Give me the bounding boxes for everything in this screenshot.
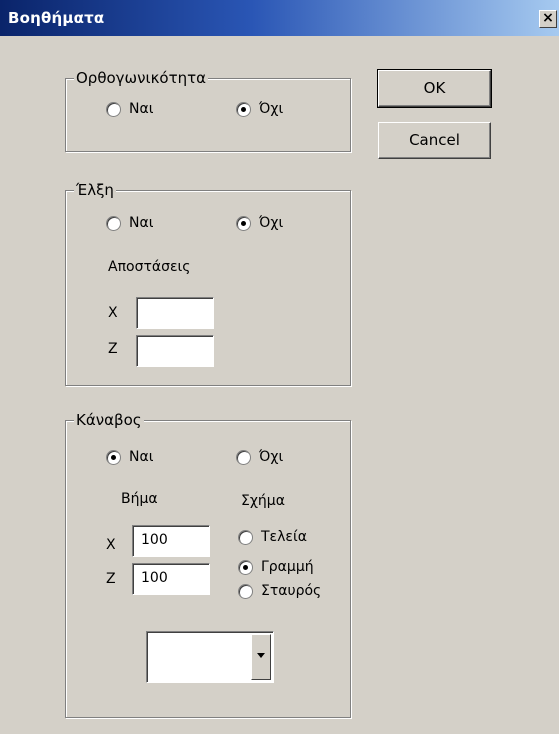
close-icon: × xyxy=(542,10,554,26)
helpers-dialog: Βοηθήματα × OK Cancel Ορθογωνικότητα Ναι… xyxy=(0,0,559,734)
attraction-z-label: Z xyxy=(108,341,118,357)
orthogonality-no-radio[interactable]: Όχι xyxy=(236,99,283,119)
radio-checked-icon xyxy=(236,215,251,231)
title-bar[interactable]: Βοηθήματα × xyxy=(0,0,559,36)
attraction-z-input[interactable] xyxy=(136,335,214,367)
radio-label: Ναι xyxy=(129,449,154,465)
ok-button[interactable]: OK xyxy=(377,69,492,108)
window-title: Βοηθήματα xyxy=(8,9,105,27)
radio-checked-icon xyxy=(106,449,121,465)
grid-legend: Κάναβος xyxy=(74,411,144,429)
shape-label: Σχήμα xyxy=(241,493,285,509)
shape-dot-radio[interactable]: Τελεία xyxy=(238,527,307,547)
radio-label: Όχι xyxy=(259,449,284,465)
grid-x-input[interactable]: 100 xyxy=(132,525,210,557)
radio-unchecked-icon xyxy=(236,449,251,465)
radio-label: Γραμμή xyxy=(261,559,314,575)
radio-unchecked-icon xyxy=(106,101,121,117)
radio-label: Όχι xyxy=(259,101,284,117)
attraction-group: Έλξη Ναι Όχι Αποστάσεις X Z xyxy=(65,181,351,386)
grid-z-label: Z xyxy=(106,571,116,587)
shape-cross-radio[interactable]: Σταυρός xyxy=(238,581,321,601)
radio-unchecked-icon xyxy=(106,215,121,231)
radio-checked-icon xyxy=(236,101,251,117)
distances-label: Αποστάσεις xyxy=(108,259,191,275)
shape-line-radio[interactable]: Γραμμή xyxy=(238,557,314,577)
radio-unchecked-icon xyxy=(238,583,253,599)
chevron-down-icon[interactable] xyxy=(251,634,271,680)
attraction-legend: Έλξη xyxy=(74,181,116,199)
orthogonality-legend: Ορθογωνικότητα xyxy=(74,69,209,87)
attraction-yes-radio[interactable]: Ναι xyxy=(106,213,153,233)
radio-label: Ναι xyxy=(129,215,154,231)
grid-no-radio[interactable]: Όχι xyxy=(236,447,283,467)
radio-unchecked-icon xyxy=(238,529,253,545)
radio-label: Ναι xyxy=(129,101,154,117)
grid-yes-radio[interactable]: Ναι xyxy=(106,447,153,467)
orthogonality-group: Ορθογωνικότητα Ναι Όχι xyxy=(65,69,351,152)
cancel-button[interactable]: Cancel xyxy=(378,122,491,159)
attraction-no-radio[interactable]: Όχι xyxy=(236,213,283,233)
radio-label: Τελεία xyxy=(261,529,307,545)
attraction-x-input[interactable] xyxy=(136,297,214,329)
step-label: Βήμα xyxy=(121,491,158,507)
attraction-x-label: X xyxy=(108,305,118,321)
radio-checked-icon xyxy=(238,559,253,575)
grid-group: Κάναβος Ναι Όχι Βήμα Σχήμα X 100 Z 100 Τ… xyxy=(65,411,351,718)
grid-z-input[interactable]: 100 xyxy=(132,563,210,595)
grid-x-label: X xyxy=(106,537,116,553)
grid-dropdown[interactable] xyxy=(146,631,274,683)
orthogonality-yes-radio[interactable]: Ναι xyxy=(106,99,153,119)
close-button[interactable]: × xyxy=(539,10,557,28)
radio-label: Όχι xyxy=(259,215,284,231)
radio-label: Σταυρός xyxy=(261,583,322,599)
